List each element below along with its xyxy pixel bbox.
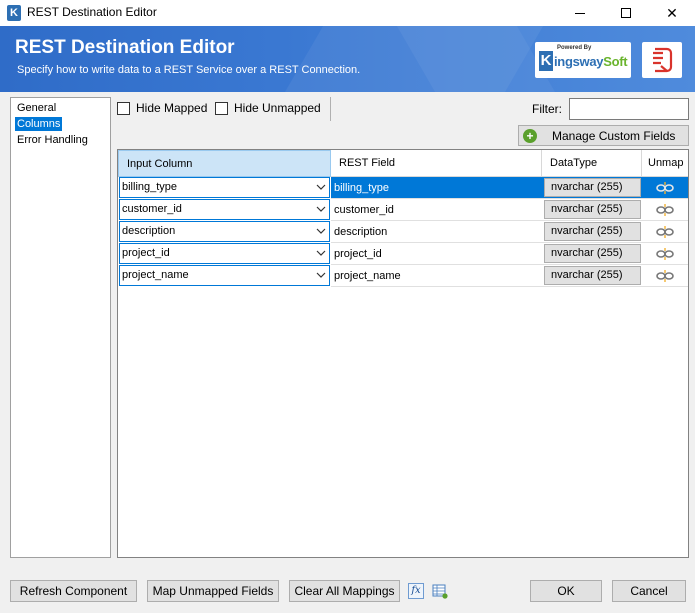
refresh-component-button[interactable]: Refresh Component xyxy=(10,580,137,602)
column-header-unmap[interactable]: Unmap xyxy=(642,150,688,177)
hide-unmapped-toggle[interactable]: Hide Unmapped xyxy=(215,100,321,116)
input-column-select[interactable]: project_name xyxy=(119,265,330,286)
datatype-button[interactable]: nvarchar (255) xyxy=(544,244,641,263)
cancel-button[interactable]: Cancel xyxy=(612,580,686,602)
table-row[interactable]: description description nvarchar (255) xyxy=(118,221,688,243)
nav-item-columns[interactable]: Columns xyxy=(15,117,63,131)
unlink-icon xyxy=(656,247,674,260)
unmap-button[interactable] xyxy=(642,177,688,199)
unmap-button[interactable] xyxy=(642,243,688,265)
logo-word-b: Soft xyxy=(603,54,628,69)
datatype-button[interactable]: nvarchar (255) xyxy=(544,178,641,197)
datatype-button[interactable]: nvarchar (255) xyxy=(544,266,641,285)
table-row[interactable]: project_name project_name nvarchar (255) xyxy=(118,265,688,287)
app-icon: K xyxy=(7,5,21,21)
input-column-value: billing_type xyxy=(122,181,178,193)
mapping-grid: Input Column REST Field DataType Unmap b… xyxy=(117,149,689,558)
close-icon: ✕ xyxy=(666,4,678,21)
rest-field-cell[interactable]: customer_id xyxy=(331,199,542,221)
page-navigation: General Columns Error Handling xyxy=(10,97,111,558)
rest-field-cell[interactable]: project_name xyxy=(331,265,542,287)
close-button[interactable]: ✕ xyxy=(649,0,695,26)
maximize-button[interactable] xyxy=(603,0,649,26)
table-row[interactable]: project_id project_id nvarchar (255) xyxy=(118,243,688,265)
logo-powered-text: Powered By xyxy=(557,45,592,51)
title-bar: K REST Destination Editor ✕ xyxy=(0,0,695,26)
input-column-value: project_id xyxy=(122,247,170,259)
hide-unmapped-checkbox[interactable] xyxy=(215,101,228,115)
banner-title: REST Destination Editor xyxy=(15,37,235,58)
column-header-input[interactable]: Input Column xyxy=(118,150,331,177)
hide-mapped-toggle[interactable]: Hide Mapped xyxy=(117,100,207,116)
chevron-down-icon xyxy=(316,272,326,278)
clear-all-mappings-button[interactable]: Clear All Mappings xyxy=(289,580,400,602)
nav-item-general[interactable]: General xyxy=(15,101,58,115)
input-column-value: description xyxy=(122,225,176,237)
table-row[interactable]: billing_type billing_type nvarchar (255) xyxy=(118,177,688,199)
datatype-button[interactable]: nvarchar (255) xyxy=(544,200,641,219)
hide-mapped-label: Hide Mapped xyxy=(136,101,208,115)
rest-field-cell[interactable]: billing_type xyxy=(331,177,542,199)
column-header-datatype[interactable]: DataType xyxy=(542,150,642,177)
unmap-button[interactable] xyxy=(642,199,688,221)
kingswaysoft-logo: Powered By K ingswaySoft xyxy=(535,42,631,78)
input-column-value: customer_id xyxy=(122,203,182,215)
expression-fx-icon[interactable]: fx xyxy=(408,583,424,599)
unlink-icon xyxy=(656,225,674,238)
window-title: REST Destination Editor xyxy=(27,5,157,19)
map-unmapped-fields-button[interactable]: Map Unmapped Fields xyxy=(147,580,279,602)
rest-field-cell[interactable]: project_id xyxy=(331,243,542,265)
unlink-icon xyxy=(656,269,674,282)
table-row[interactable]: customer_id customer_id nvarchar (255) xyxy=(118,199,688,221)
chevron-down-icon xyxy=(316,206,326,212)
filter-label: Filter: xyxy=(532,102,562,116)
add-circle-icon: + xyxy=(523,128,537,143)
chevron-down-icon xyxy=(316,228,326,234)
minimize-button[interactable] xyxy=(557,0,603,26)
toolbar-divider xyxy=(330,97,331,121)
chevron-down-icon xyxy=(316,184,326,190)
input-column-select[interactable]: description xyxy=(119,221,330,242)
input-column-select[interactable]: billing_type xyxy=(119,177,330,198)
ok-button[interactable]: OK xyxy=(530,580,602,602)
maximize-icon xyxy=(621,8,631,18)
grid-header: Input Column REST Field DataType Unmap xyxy=(118,150,688,177)
filter-input[interactable] xyxy=(569,98,689,120)
column-header-rest-field[interactable]: REST Field xyxy=(331,150,542,177)
rest-product-icon xyxy=(642,42,682,78)
manage-custom-fields-label: Manage Custom Fields xyxy=(552,128,676,143)
input-column-select[interactable]: customer_id xyxy=(119,199,330,220)
mapping-table-icon[interactable] xyxy=(432,583,448,599)
input-column-value: project_name xyxy=(122,269,189,281)
hide-mapped-checkbox[interactable] xyxy=(117,101,130,115)
banner-subtitle: Specify how to write data to a REST Serv… xyxy=(17,64,361,76)
unlink-icon xyxy=(656,203,674,216)
nav-item-error-handling[interactable]: Error Handling xyxy=(15,133,90,147)
logo-k-icon: K xyxy=(539,51,553,71)
rest-field-cell[interactable]: description xyxy=(331,221,542,243)
chevron-down-icon xyxy=(316,250,326,256)
datatype-button[interactable]: nvarchar (255) xyxy=(544,222,641,241)
input-column-select[interactable]: project_id xyxy=(119,243,330,264)
minimize-icon xyxy=(575,12,585,14)
manage-custom-fields-button[interactable]: + Manage Custom Fields xyxy=(518,125,689,146)
unmap-button[interactable] xyxy=(642,221,688,243)
unmap-button[interactable] xyxy=(642,265,688,287)
logo-word-a: ingsway xyxy=(554,54,604,69)
unlink-icon xyxy=(656,181,674,194)
header-banner: REST Destination Editor Specify how to w… xyxy=(0,26,695,92)
hide-unmapped-label: Hide Unmapped xyxy=(234,101,321,115)
